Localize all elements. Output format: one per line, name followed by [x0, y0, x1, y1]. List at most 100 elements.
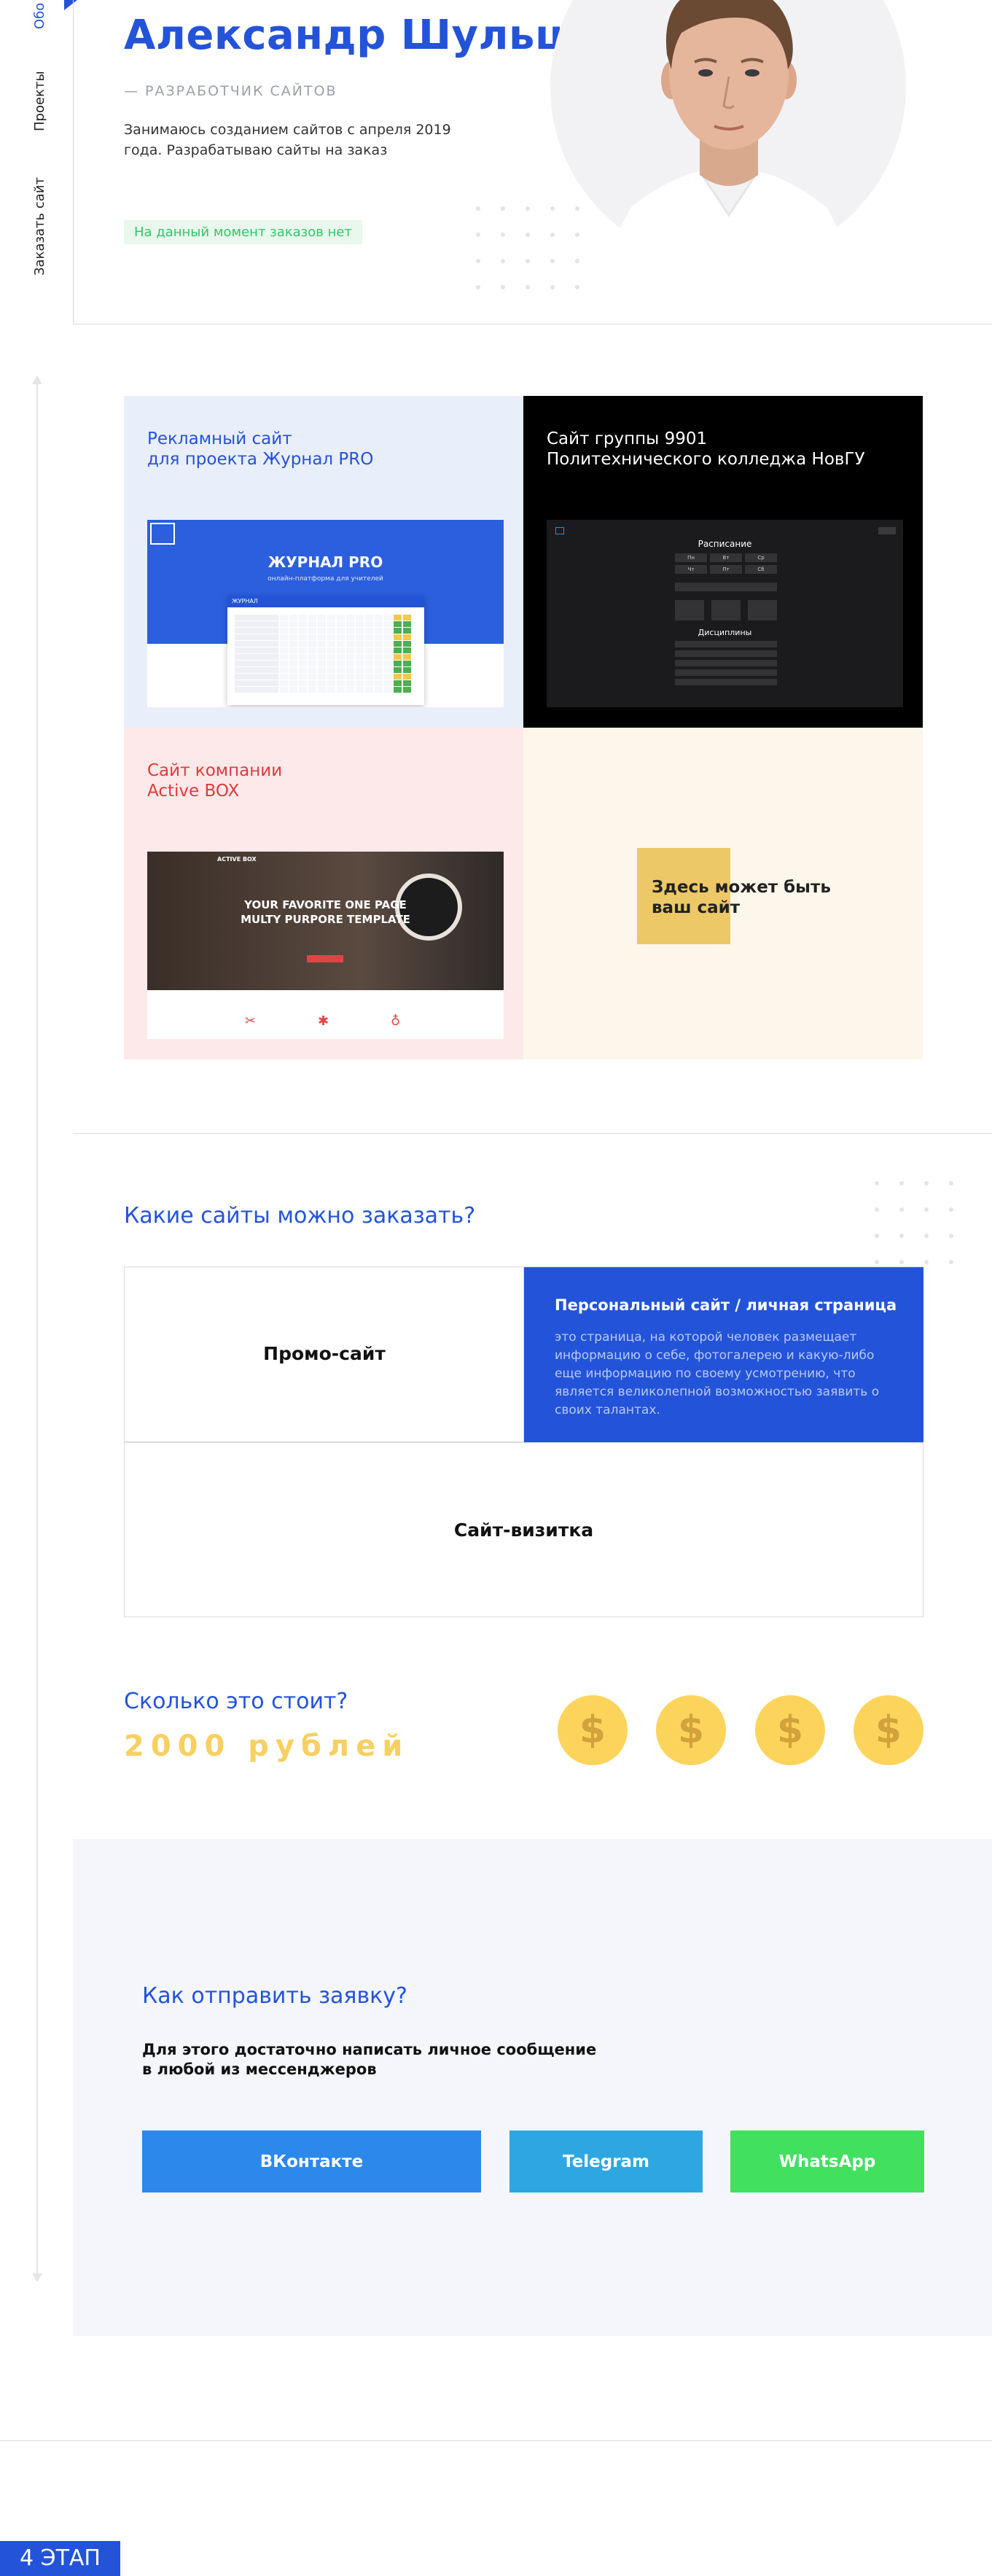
- dot: [526, 206, 530, 211]
- project-title: Сайт компании Active BOX: [147, 761, 283, 801]
- dot: [550, 259, 555, 263]
- nav-item-order[interactable]: Заказать сайт: [32, 177, 47, 276]
- table-row: [235, 641, 417, 647]
- dot: [476, 233, 480, 237]
- dot: [501, 206, 505, 211]
- day-cell: Пт: [710, 565, 742, 574]
- dot: [949, 1181, 953, 1186]
- table-row: [235, 667, 417, 673]
- dot: [575, 206, 579, 211]
- coin-icon: $: [854, 1695, 923, 1765]
- hero-border: [73, 0, 74, 324]
- decorative-dots: [875, 1181, 953, 1264]
- coin-icon: $: [558, 1695, 628, 1765]
- dot: [875, 1181, 879, 1186]
- whatsapp-button[interactable]: WhatsApp: [730, 2131, 924, 2192]
- decorative-dots: [476, 206, 579, 289]
- dot: [924, 1234, 929, 1238]
- dot: [949, 1234, 953, 1238]
- types-title: Какие сайты можно заказать?: [124, 1203, 476, 1229]
- dot: [501, 285, 505, 289]
- nav-item-projects[interactable]: Проекты: [32, 71, 47, 131]
- dot: [501, 259, 505, 263]
- table-row: [235, 687, 417, 693]
- dot: [875, 1234, 879, 1238]
- avatar: [550, 0, 906, 265]
- dot: [924, 1260, 929, 1264]
- dot: [899, 1207, 904, 1212]
- placeholder-text: Здесь может быть ваш сайт: [652, 878, 831, 917]
- dot: [924, 1207, 929, 1212]
- contact-text: Для этого достаточно написать личное соо…: [142, 2041, 597, 2078]
- coin-icon: $: [755, 1695, 825, 1765]
- table-row: [235, 661, 417, 666]
- hero-cta-shape: [307, 955, 343, 962]
- dot: [899, 1260, 904, 1264]
- portrait-photo: [550, 0, 906, 265]
- dot: [575, 233, 579, 237]
- stage-badge: 4 ЭТАП: [0, 2541, 120, 2576]
- menu-icon: [555, 527, 564, 534]
- feature-icon: ♁: [391, 1013, 401, 1029]
- dot: [526, 259, 530, 263]
- dot: [875, 1207, 879, 1212]
- table-row: [235, 628, 417, 634]
- dot: [899, 1181, 904, 1186]
- dot: [575, 259, 579, 263]
- feature-icon: ✱: [318, 1013, 329, 1029]
- page-title: Александр Шульцев: [124, 12, 620, 59]
- dot: [526, 233, 530, 237]
- project-title: Сайт группы 9901 Политехнического коллед…: [547, 429, 865, 469]
- list-item: [675, 669, 777, 676]
- table-row: [235, 680, 417, 686]
- dot: [550, 206, 555, 211]
- project-screenshot: ACTIVE BOX YOUR FAVORITE ONE PAGE MULTY …: [147, 852, 504, 1039]
- price-value: 2000 рублей: [124, 1729, 410, 1763]
- scroll-track[interactable]: [36, 383, 38, 2279]
- dot: [949, 1207, 953, 1212]
- site-type-personal[interactable]: Персональный сайт / личная страница это …: [524, 1267, 923, 1442]
- project-tile-group-9901[interactable]: Сайт группы 9901 Политехнического коллед…: [523, 396, 923, 728]
- day-cell: Ср: [745, 553, 777, 562]
- nav-item-about[interactable]: Обо: [32, 3, 47, 29]
- table-row: [235, 654, 417, 660]
- dot: [476, 206, 480, 211]
- day-cell: Вт: [710, 553, 742, 562]
- table-row: [235, 674, 417, 680]
- day-cell: Чт: [675, 565, 707, 574]
- section-divider: [73, 1133, 992, 1134]
- list-item: [675, 650, 777, 657]
- vkontakte-button[interactable]: ВКонтакте: [142, 2131, 481, 2192]
- site-type-promo[interactable]: Промо-сайт: [125, 1267, 524, 1442]
- contact-title: Как отправить заявку?: [142, 1983, 407, 2009]
- day-cell: Сб: [745, 565, 777, 574]
- role-subtitle: — РАЗРАБОТЧИК САЙТОВ: [124, 83, 337, 99]
- project-title: Рекламный сайт для проекта Журнал PRO: [147, 429, 374, 469]
- table-row: [235, 634, 417, 640]
- project-tile-journal-pro[interactable]: Рекламный сайт для проекта Журнал PRO ЖУ…: [124, 396, 523, 728]
- dot: [476, 259, 480, 263]
- dot: [875, 1260, 879, 1264]
- footer-divider: [0, 2440, 992, 2441]
- list-item: [675, 660, 777, 666]
- project-tile-active-box[interactable]: Сайт компании Active BOX ACTIVE BOX YOUR…: [124, 728, 523, 1059]
- day-cell: Пн: [675, 553, 707, 562]
- dot: [526, 285, 530, 289]
- coin-icon: $: [656, 1695, 726, 1765]
- nav-corner-marker: [64, 0, 77, 10]
- dot: [899, 1234, 904, 1238]
- scroll-down-arrow-icon[interactable]: [32, 2273, 42, 2282]
- dot: [501, 233, 505, 237]
- dot: [550, 233, 555, 237]
- dot: [550, 285, 555, 289]
- dot: [575, 285, 579, 289]
- telegram-button[interactable]: Telegram: [509, 2131, 703, 2192]
- site-type-card[interactable]: Сайт-визитка: [125, 1442, 923, 1616]
- project-screenshot: ЖУРНАЛ PRO онлайн-платформа для учителей…: [147, 520, 504, 707]
- site-types-grid: Промо-сайт Персональный сайт / личная ст…: [124, 1266, 923, 1617]
- table-row: [235, 621, 417, 627]
- contact-section: Как отправить заявку? Для этого достаточ…: [73, 1839, 992, 2336]
- table-row: [235, 647, 417, 653]
- list-item: [675, 641, 777, 647]
- pricing-title: Сколько это стоит?: [124, 1689, 348, 1714]
